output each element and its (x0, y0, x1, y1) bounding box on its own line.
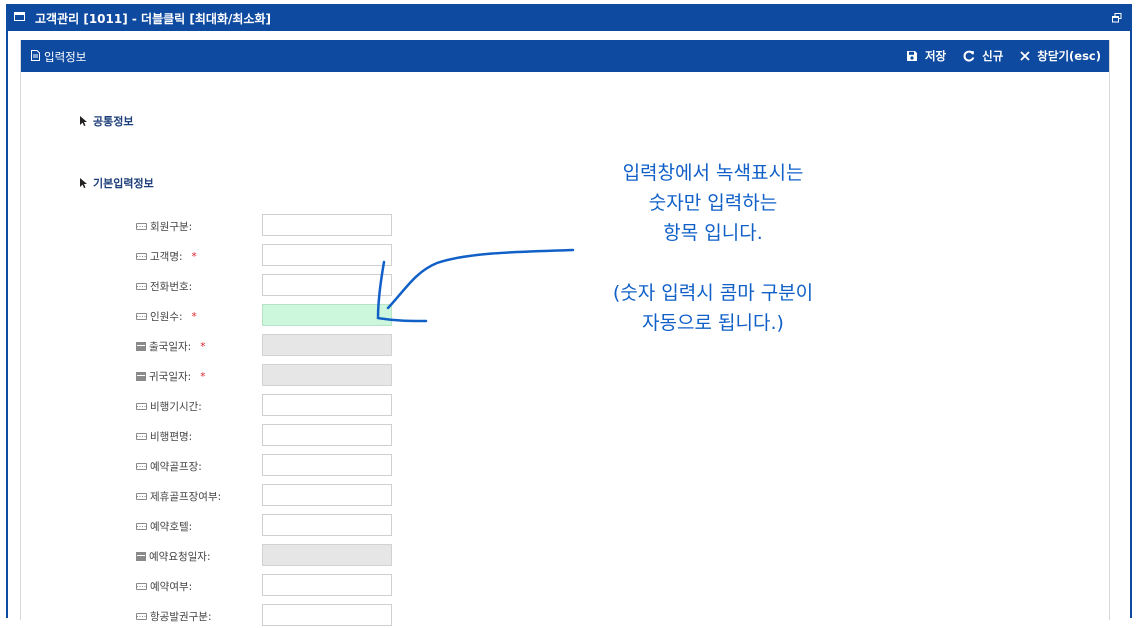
hand-drawn-arrow (376, 248, 575, 323)
